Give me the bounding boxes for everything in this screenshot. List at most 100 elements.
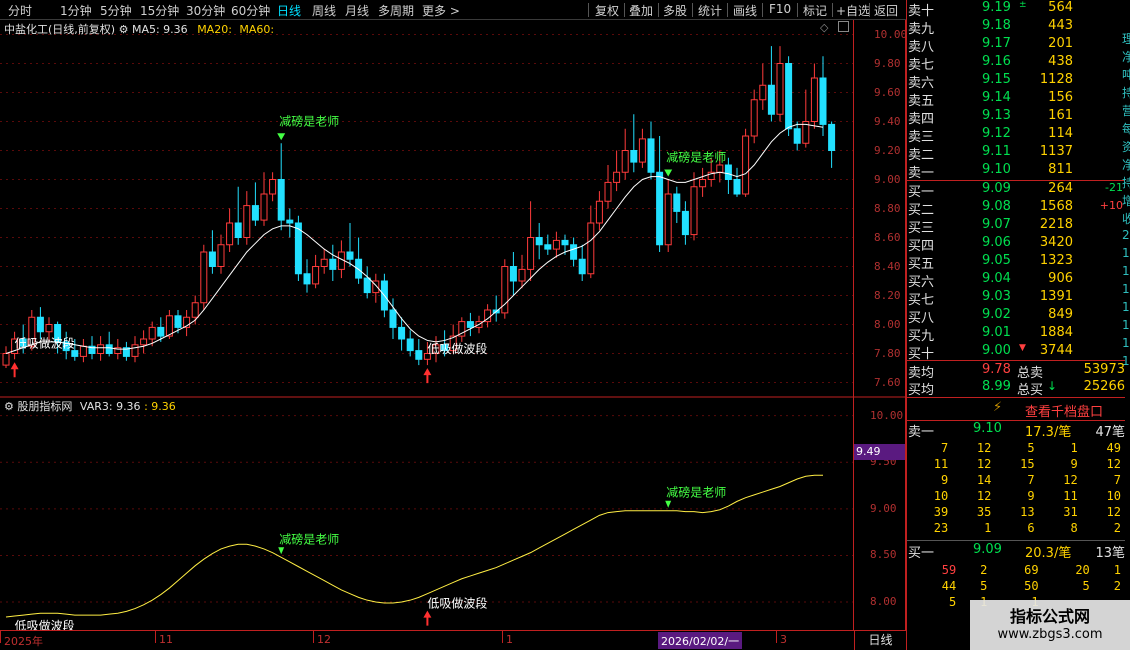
bid-row[interactable]: 买八 9.02 849 (907, 307, 1125, 326)
settings-icon[interactable]: ⚙ (119, 23, 129, 36)
indicator-header: ⚙ 股朋指标网 VAR3: 9.36 : 9.36 (4, 398, 176, 414)
indicator-tick: 8.00 (870, 595, 897, 609)
ask-volume: 161 (1048, 108, 1073, 123)
buy-signal-text-ind: 低吸做波段 (427, 596, 487, 611)
ask-label: 卖五 (908, 94, 935, 109)
ask-label: 卖四 (908, 112, 935, 127)
period-tab-multi[interactable]: 多周期 (378, 2, 414, 19)
ask-row[interactable]: 卖十 9.19 ±564 (907, 0, 1125, 19)
bid-price: 9.09 (982, 181, 1011, 196)
queue-cell: 7 (1113, 473, 1121, 487)
mark-button[interactable]: 标记 (803, 2, 827, 19)
queue-cell: 8 (1070, 521, 1078, 535)
queue-cell: 9 (1027, 489, 1035, 503)
queue-cell: 7 (1027, 473, 1035, 487)
queue-cell: 31 (1063, 505, 1078, 519)
ask-price: 9.14 (982, 90, 1011, 105)
ask-row[interactable]: 卖九 9.18 443 (907, 18, 1125, 37)
indicator-tick: 10.00 (870, 408, 904, 422)
depth-button[interactable]: ⚡ 查看千档盘口 (907, 398, 1125, 420)
multi-stock-button[interactable]: 多股 (663, 2, 687, 19)
maximize-icon[interactable] (838, 21, 849, 32)
candle (501, 259, 509, 319)
period-tab-month[interactable]: 月线 (345, 2, 369, 19)
period-tab-15min[interactable]: 15分钟 (140, 2, 179, 19)
edge-char: 1 (1122, 300, 1130, 314)
ask-row[interactable]: 卖八 9.17 201 (907, 36, 1125, 55)
ask-row[interactable]: 卖六 9.15 1128 (907, 72, 1125, 91)
draw-line-button[interactable]: 画线 (733, 2, 757, 19)
bid-price: 9.02 (982, 307, 1011, 322)
fuquan-button[interactable]: 复权 (595, 2, 619, 19)
xaxis-label-1: 1 (506, 633, 513, 646)
ask-price: 9.11 (982, 144, 1011, 159)
ask-price: 9.12 (982, 126, 1011, 141)
ask-volume: 1128 (1039, 72, 1073, 87)
queue-cell: 13 (1020, 505, 1035, 519)
period-tab-fenshi[interactable]: 分时 (8, 2, 32, 19)
queue-row: 39 35 13 31 12 (907, 504, 1123, 520)
period-button[interactable]: 日线 (854, 631, 906, 650)
edge-char: 资 (1122, 140, 1130, 154)
queue-row: 23 1 6 8 2 (907, 520, 1123, 536)
bid-row[interactable]: 买七 9.03 1391 (907, 289, 1125, 308)
bid-price: 9.04 (982, 271, 1011, 286)
overlay-button[interactable]: 叠加 (629, 2, 653, 19)
bid-volume: 1323 (1039, 253, 1073, 268)
statistics-button[interactable]: 统计 (698, 2, 722, 19)
indicator-settings-icon[interactable]: ⚙ (4, 400, 14, 413)
price-chart[interactable]: 减磅是老师减磅是老师减磅是老师减磅是老师低吸做波段低吸做波段低吸做波段低吸做波段 (0, 20, 906, 630)
price-tick: 8.00 (874, 317, 901, 331)
bid-row[interactable]: 买二 9.08 1568 +10 (907, 199, 1125, 218)
queue-cell: 1 (1070, 441, 1078, 455)
edge-char: 1 (1122, 336, 1130, 350)
period-tab-5min[interactable]: 5分钟 (100, 2, 132, 19)
bid-price: 9.07 (982, 217, 1011, 232)
ask-row[interactable]: 卖七 9.16 438 (907, 54, 1125, 73)
buy-signal-text: 低吸做波段 (15, 335, 75, 350)
bid-row[interactable]: 买九 9.01 1884 (907, 325, 1125, 344)
ask1-detail-header: 卖一 9.10 17.3/笔 47笔 (908, 421, 1125, 440)
crosshair-date: 2026/02/02/一 (658, 632, 743, 649)
ask-row[interactable]: 卖二 9.11 1137 (907, 144, 1125, 163)
period-tab-day[interactable]: 日线 (277, 2, 301, 19)
ask-row[interactable]: 卖四 9.13 161 (907, 108, 1125, 127)
ask-row[interactable]: 卖一 9.10 811 (907, 162, 1125, 181)
period-tab-60min[interactable]: 60分钟 (231, 2, 270, 19)
period-tab-more[interactable]: 更多 > (422, 2, 460, 19)
queue-cell: 2 (1113, 521, 1121, 535)
candle (742, 128, 750, 197)
ask-label: 卖七 (908, 58, 935, 73)
f10-button[interactable]: F10 (769, 2, 791, 16)
add-watchlist-button[interactable]: +自选 (836, 2, 870, 19)
bid-row[interactable]: 买六 9.04 906 (907, 271, 1125, 290)
bid-row[interactable]: 买十 9.00 ▼ 3744 (907, 343, 1125, 362)
queue-cell: 12 (976, 457, 992, 471)
bid-row[interactable]: 买五 9.05 1323 (907, 253, 1125, 272)
ask-price: 9.15 (982, 72, 1011, 87)
ask-row[interactable]: 卖五 9.14 156 (907, 90, 1125, 109)
bid-change: +10 (1099, 199, 1123, 212)
ask-price: 9.19 (982, 0, 1011, 15)
sell-signal-text-ind: 减磅是老师 (666, 485, 726, 500)
queue-row: 44 5 50 5 2 (907, 578, 1123, 594)
edge-char: 营 (1122, 104, 1130, 118)
back-button[interactable]: 返回 (874, 2, 898, 19)
diamond-icon[interactable]: ◇ (820, 21, 828, 34)
ask-mark: ± (1019, 0, 1027, 10)
period-tab-week[interactable]: 周线 (312, 2, 336, 19)
bid-volume: 906 (1048, 271, 1073, 286)
ask-volume: 114 (1048, 126, 1073, 141)
period-tab-30min[interactable]: 30分钟 (186, 2, 225, 19)
bid-row[interactable]: 买一 9.09 264 -21 (907, 181, 1125, 200)
bid-label: 买六 (908, 275, 935, 290)
price-tick: 7.60 (874, 375, 901, 389)
sell-signal-text: 减磅是老师 (279, 113, 339, 128)
queue-cell: 9 (940, 473, 949, 487)
ask-price: 9.13 (982, 108, 1011, 123)
bid-row[interactable]: 买四 9.06 3420 (907, 235, 1125, 254)
indicator-name: 股朋指标网 (17, 400, 73, 413)
period-tab-1min[interactable]: 1分钟 (60, 2, 92, 19)
ask-row[interactable]: 卖三 9.12 114 (907, 126, 1125, 145)
bid-row[interactable]: 买三 9.07 2218 (907, 217, 1125, 236)
